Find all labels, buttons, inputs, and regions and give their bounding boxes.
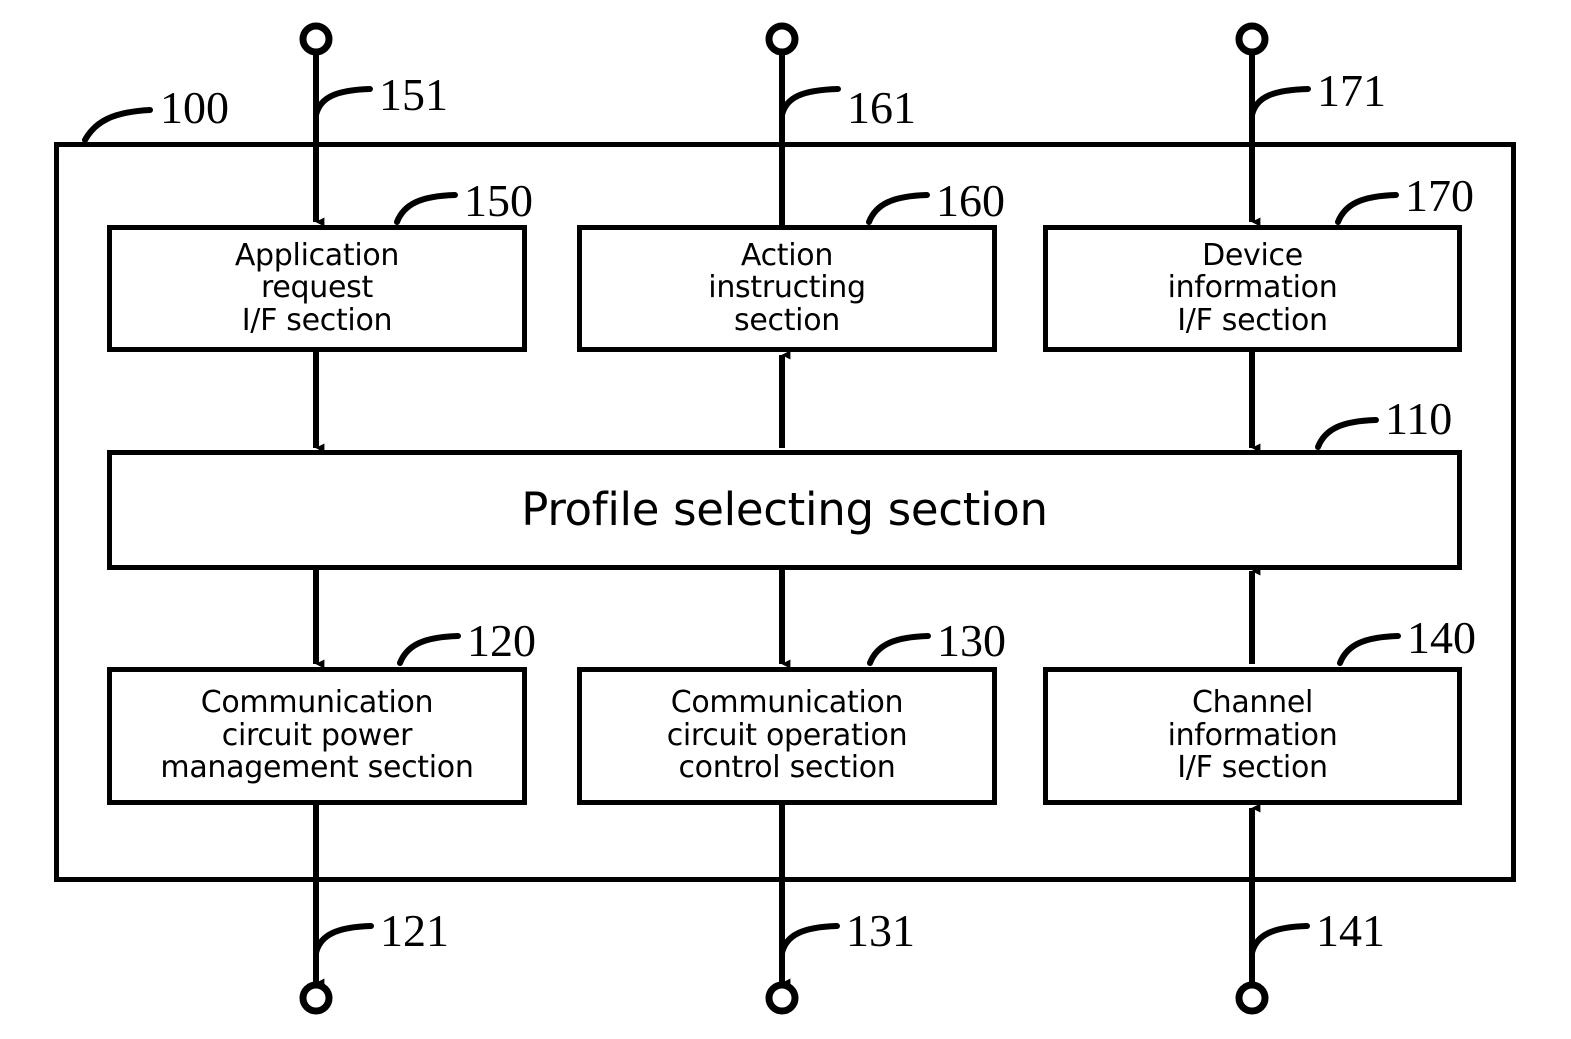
refnum-130: 130 [937,615,1006,666]
block-device-information-if-section[interactable]: Device information I/F section [1043,225,1462,352]
refnum-131: 131 [846,905,915,956]
block-communication-circuit-operation-control-section[interactable]: Communication circuit operation control … [577,667,997,805]
block-label: Profile selecting section [521,483,1048,537]
refnum-140: 140 [1407,612,1476,663]
patent-figure: Application request I/F section Action i… [0,0,1571,1039]
terminal-node-141 [1235,981,1269,1015]
leader-141 [1249,923,1310,956]
refnum-160: 160 [936,175,1005,226]
refnum-110: 110 [1385,393,1453,444]
block-label: Device information I/F section [1167,237,1338,338]
leader-121 [313,923,374,956]
terminal-node-151 [299,22,333,56]
refnum-121: 121 [380,905,449,956]
block-label: Application request I/F section [234,237,400,338]
leader-131 [779,923,840,956]
block-communication-circuit-power-management-section[interactable]: Communication circuit power management s… [107,667,527,805]
leader-171 [1249,86,1311,118]
block-application-request-if-section[interactable]: Application request I/F section [107,225,527,352]
refnum-100: 100 [160,82,229,133]
refnum-141: 141 [1316,905,1385,956]
refnum-170: 170 [1405,170,1474,221]
leader-151 [313,86,373,118]
leader-161 [779,86,841,118]
block-label: Communication circuit operation control … [666,685,908,786]
block-label: Action instructing section [708,237,866,338]
refnum-161: 161 [847,82,916,133]
leader-100 [82,107,153,143]
refnum-151: 151 [379,69,448,120]
terminal-node-131 [765,981,799,1015]
block-channel-information-if-section[interactable]: Channel information I/F section [1043,667,1462,805]
refnum-120: 120 [467,615,536,666]
refnum-171: 171 [1317,65,1386,116]
terminal-node-161 [765,22,799,56]
refnum-150: 150 [464,175,533,226]
block-profile-selecting-section[interactable]: Profile selecting section [107,450,1462,570]
terminal-node-171 [1235,22,1269,56]
block-label: Communication circuit power management s… [160,685,474,786]
terminal-node-121 [299,981,333,1015]
block-label: Channel information I/F section [1167,685,1338,786]
block-action-instructing-section[interactable]: Action instructing section [577,225,997,352]
